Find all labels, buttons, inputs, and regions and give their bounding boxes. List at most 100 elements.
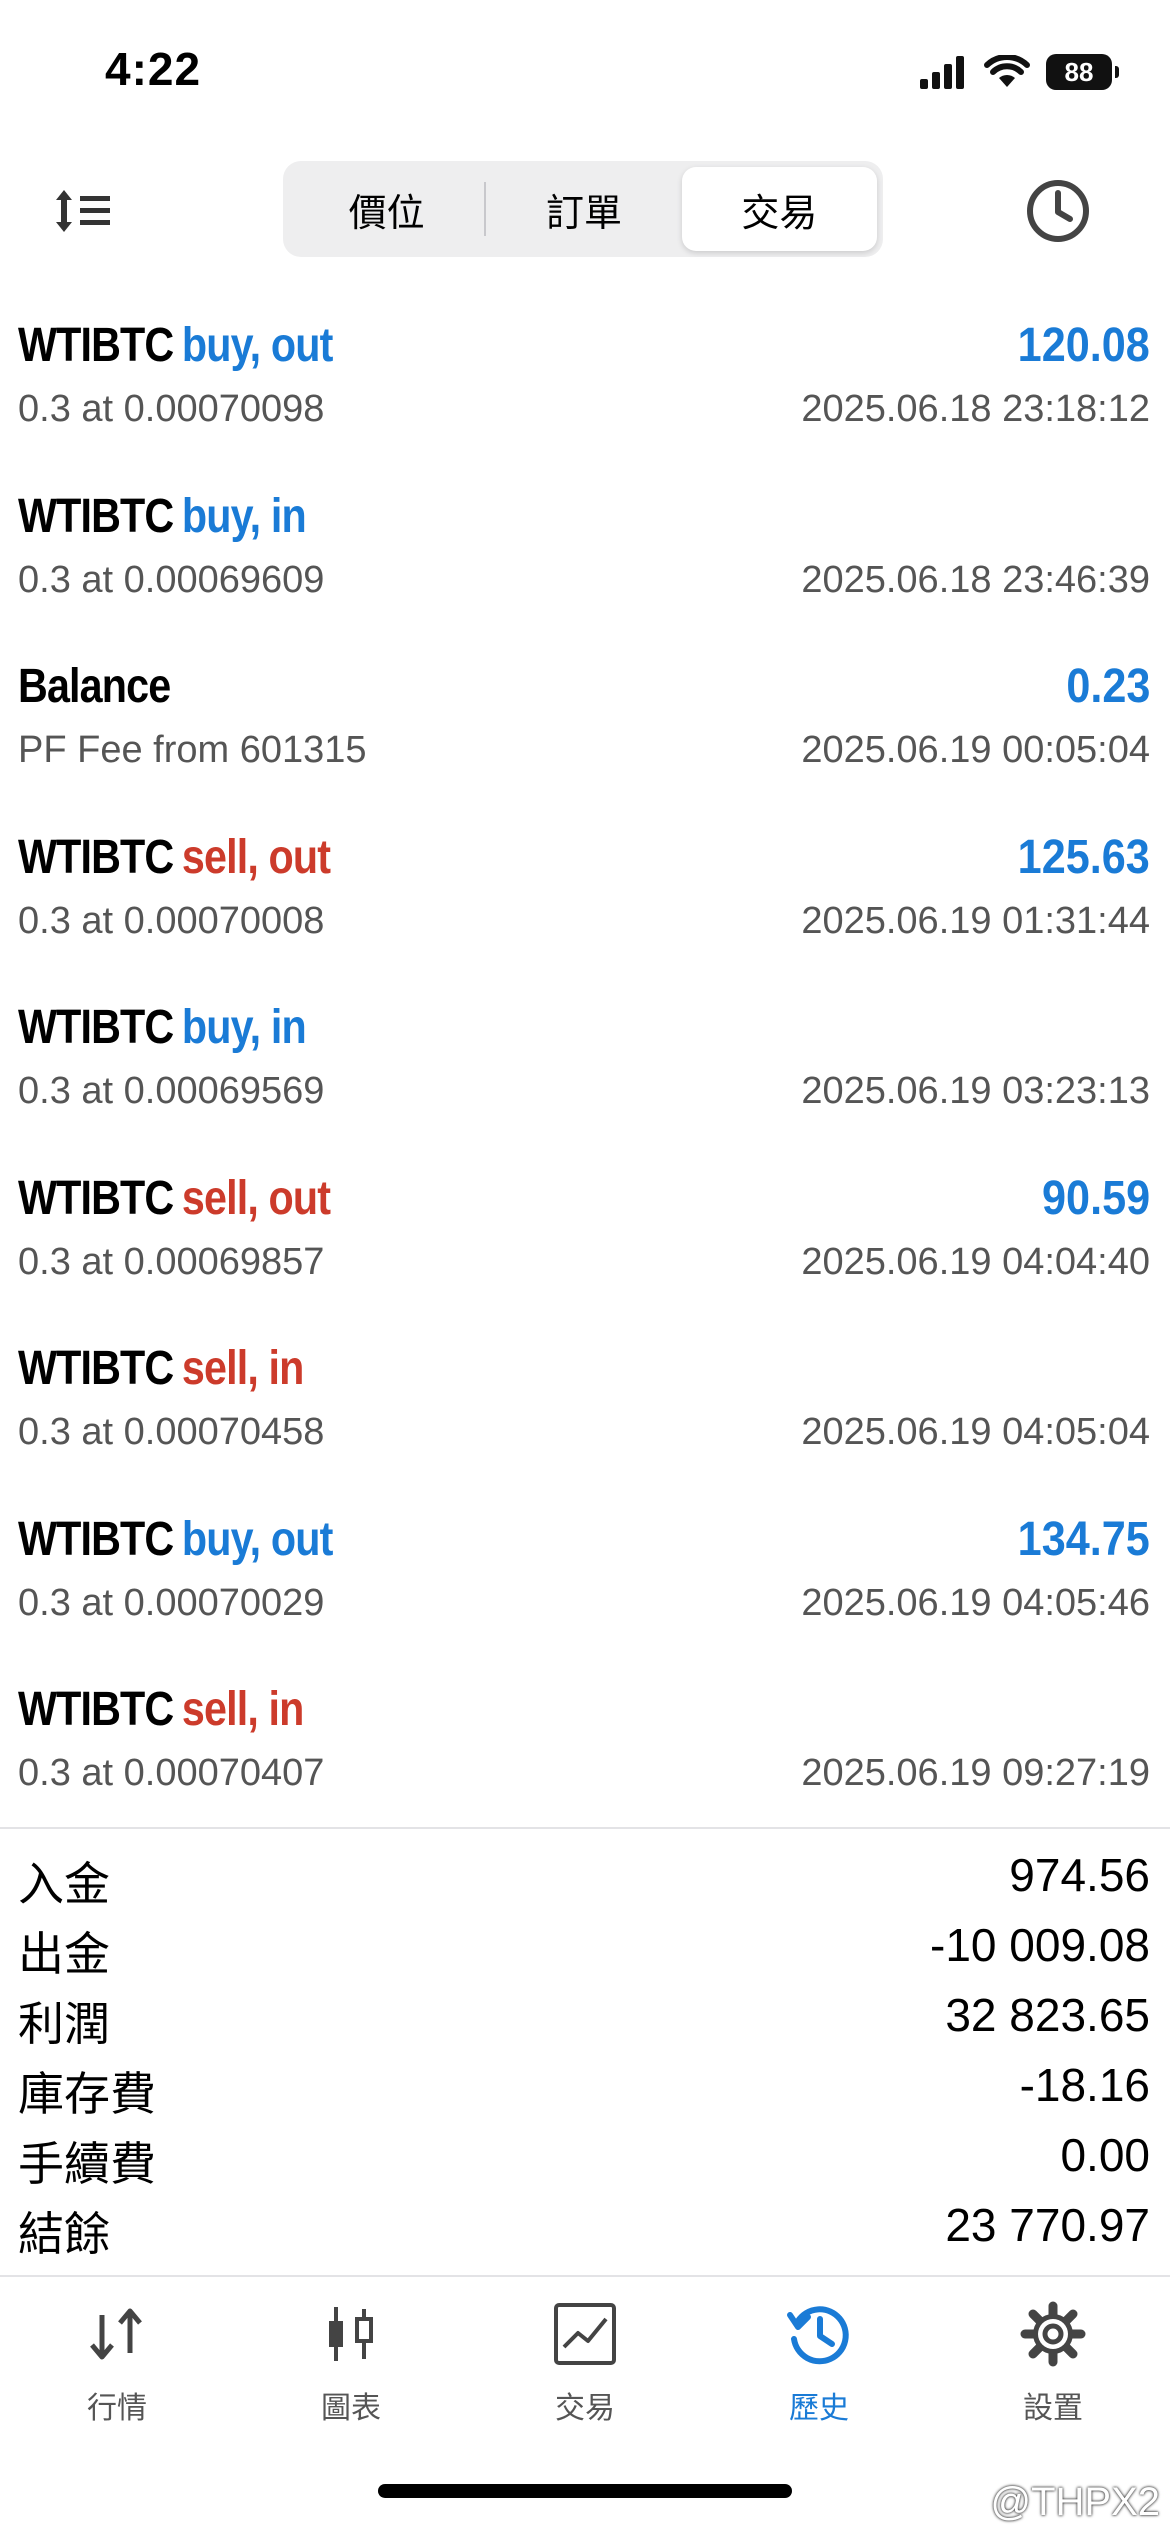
deal-symbol: WTIBTC (18, 319, 174, 372)
deal-type: sell, in (181, 1342, 304, 1395)
summary-label: 利潤 (18, 1998, 110, 2050)
summary-row-profit: 利潤 32 823.65 (0, 1980, 1170, 2050)
deal-detail: 0.3 at 0.00069857 (18, 1240, 325, 1283)
deal-row[interactable]: WTIBTC buy, in 0.3 at 0.00069609 2025.06.… (0, 471, 1170, 642)
deal-detail: 0.3 at 0.00070407 (18, 1752, 325, 1794)
status-time: 4:22 (105, 43, 202, 95)
deal-detail: 0.3 at 0.00070008 (18, 899, 325, 942)
deal-symbol: WTIBTC (18, 1171, 174, 1225)
battery-icon: 88 (1046, 54, 1119, 90)
sort-button[interactable] (48, 175, 120, 247)
summary-value: -10 009.08 (930, 1919, 1150, 1971)
clock-icon (1027, 180, 1089, 242)
deal-detail: 0.3 at 0.00070458 (18, 1411, 325, 1453)
watermark: @THPX2 (990, 2480, 1160, 2524)
tab-label: 行情 (87, 2392, 147, 2425)
deal-type: sell, out (181, 1171, 331, 1225)
deal-symbol: WTIBTC (18, 1342, 174, 1395)
deal-profit: 125.63 (1017, 830, 1150, 884)
summary-row-deposit: 入金 974.56 (0, 1840, 1170, 1910)
summary-value: 23 770.97 (945, 2199, 1150, 2251)
deal-row[interactable]: WTIBTC buy, out 134.75 0.3 at 0.00070029 … (0, 1494, 1170, 1665)
tab-label: 圖表 (321, 2392, 381, 2425)
deal-symbol: WTIBTC (18, 489, 174, 543)
wifi-icon (984, 55, 1030, 87)
summary-row-commission: 手續費 0.00 (0, 2120, 1170, 2190)
candlestick-chart-icon (329, 2307, 373, 2361)
summary-value: 0.00 (1060, 2129, 1150, 2181)
summary-row-withdrawal: 出金 -10 009.08 (0, 1910, 1170, 1980)
deal-symbol: Balance (18, 660, 171, 713)
summary-value: 32 823.65 (945, 1989, 1150, 2041)
tab-label: 交易 (555, 2392, 615, 2425)
deal-time: 2025.06.19 04:05:04 (801, 1411, 1150, 1453)
deal-time: 2025.06.19 09:27:19 (801, 1752, 1150, 1794)
deal-symbol: WTIBTC (18, 830, 174, 884)
summary-label: 結餘 (18, 2208, 110, 2260)
deal-row[interactable]: WTIBTC buy, out 120.08 0.3 at 0.00070098 … (0, 300, 1170, 471)
cellular-signal-icon (920, 56, 964, 89)
deal-time: 2025.06.18 23:18:12 (801, 388, 1150, 430)
deal-detail: 0.3 at 0.00070029 (18, 1581, 325, 1624)
deal-row[interactable]: WTIBTC sell, out 90.59 0.3 at 0.00069857 … (0, 1153, 1170, 1324)
status-bar: 4:22 88 (0, 0, 1170, 150)
summary-label: 手續費 (18, 2138, 156, 2190)
deal-type: buy, out (181, 319, 333, 372)
deal-row[interactable]: WTIBTC sell, out 125.63 0.3 at 0.00070008… (0, 812, 1170, 983)
tabbar-divider (0, 2275, 1170, 2277)
deal-symbol: WTIBTC (18, 1512, 174, 1566)
summary-row-swap: 庫存費 -18.16 (0, 2050, 1170, 2120)
deal-time: 2025.06.19 04:05:46 (801, 1581, 1150, 1624)
segment-orders[interactable]: 訂單 (486, 167, 681, 251)
segment-deals[interactable]: 交易 (681, 167, 877, 251)
deal-symbol: WTIBTC (18, 1683, 174, 1736)
period-clock-button[interactable] (1024, 177, 1092, 245)
summary-label: 出金 (18, 1928, 110, 1980)
deal-profit: 0.23 (1065, 660, 1150, 713)
deal-detail: 0.3 at 0.00069609 (18, 558, 325, 601)
tab-chart[interactable]: 圖表 (234, 2285, 468, 2445)
deal-type: buy, in (181, 489, 307, 543)
deal-time: 2025.06.19 03:23:13 (801, 1070, 1150, 1112)
toolbar: 價位 訂單 交易 (0, 155, 1170, 265)
deal-detail: PF Fee from 601315 (18, 729, 367, 771)
tab-settings[interactable]: 設置 (936, 2285, 1170, 2445)
summary-divider (0, 1827, 1170, 1829)
summary-value: 974.56 (1009, 1849, 1150, 1901)
tab-quotes[interactable]: 行情 (0, 2285, 234, 2445)
account-summary: 入金 974.56 出金 -10 009.08 利潤 32 823.65 庫存費… (0, 1840, 1170, 2260)
deal-symbol: WTIBTC (18, 1001, 174, 1054)
deal-row[interactable]: WTIBTC sell, in 0.3 at 0.00070458 2025.06… (0, 1323, 1170, 1494)
deal-profit: 120.08 (1017, 319, 1150, 372)
deal-time: 2025.06.18 23:46:39 (801, 558, 1150, 601)
view-segmented-control: 價位 訂單 交易 (283, 161, 883, 257)
deal-time: 2025.06.19 04:04:40 (801, 1240, 1150, 1283)
tab-trade[interactable]: 交易 (468, 2285, 702, 2445)
segment-positions[interactable]: 價位 (289, 167, 484, 251)
history-clock-icon (787, 2306, 849, 2365)
tab-label: 設置 (1023, 2392, 1083, 2425)
deal-row[interactable]: Balance 0.23 PF Fee from 601315 2025.06.… (0, 641, 1170, 812)
deal-row[interactable]: WTIBTC sell, in 0.3 at 0.00070407 2025.06… (0, 1664, 1170, 1835)
sort-icon (56, 190, 110, 232)
summary-label: 入金 (18, 1858, 110, 1910)
tab-label: 歷史 (789, 2392, 849, 2425)
deal-type: buy, in (181, 1001, 307, 1054)
quotes-arrows-icon (90, 2308, 142, 2360)
deal-profit: 90.59 (1041, 1171, 1150, 1225)
deal-row[interactable]: WTIBTC buy, in 0.3 at 0.00069569 2025.06.… (0, 982, 1170, 1153)
deal-time: 2025.06.19 00:05:04 (801, 729, 1150, 771)
summary-row-balance: 結餘 23 770.97 (0, 2190, 1170, 2260)
tab-history[interactable]: 歷史 (702, 2285, 936, 2445)
status-icons: 88 (920, 50, 1119, 94)
bottom-tab-bar: 行情 圖表 交易 歷史 設置 (0, 2285, 1170, 2445)
deal-type: sell, in (181, 1683, 304, 1736)
deal-detail: 0.3 at 0.00069569 (18, 1070, 325, 1112)
deal-type: sell, out (181, 830, 331, 884)
home-indicator (378, 2484, 792, 2498)
deals-list: WTIBTC buy, out 120.08 0.3 at 0.00070098 … (0, 300, 1170, 1835)
deal-profit: 134.75 (1017, 1512, 1150, 1566)
settings-gear-icon (1020, 2301, 1086, 2367)
summary-value: -18.16 (1019, 2059, 1150, 2111)
deal-time: 2025.06.19 01:31:44 (801, 899, 1150, 942)
